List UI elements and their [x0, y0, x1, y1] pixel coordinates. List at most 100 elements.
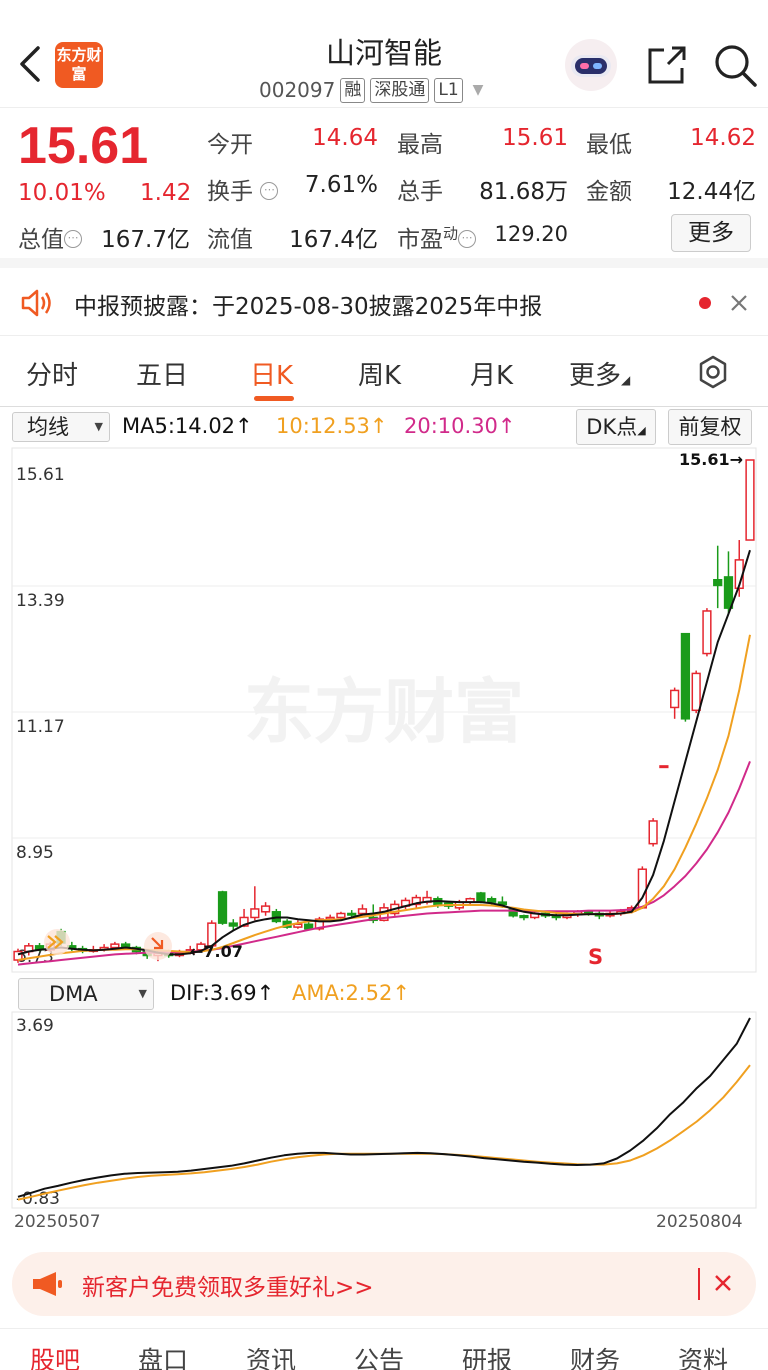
- end-date: 20250804: [656, 1212, 743, 1232]
- tab-five-day[interactable]: 五日: [136, 355, 188, 392]
- volume-value: 81.68万: [479, 179, 568, 205]
- info-icon[interactable]: ⋯: [64, 230, 82, 248]
- nav-pankou[interactable]: 盘口: [138, 1341, 188, 1370]
- assistant-robot-icon[interactable]: [562, 38, 620, 92]
- nav-research[interactable]: 研报: [462, 1341, 512, 1370]
- dma-selector[interactable]: DMA ▼: [18, 978, 154, 1010]
- candle[interactable]: [217, 890, 228, 925]
- amount-value: 12.44亿: [667, 179, 756, 205]
- header-bar: 东方财富 山河智能 002097 融 深股通 L1 ▼: [0, 0, 768, 108]
- nav-financials[interactable]: 财务: [570, 1341, 620, 1370]
- stock-code: 002097: [259, 78, 336, 102]
- candle[interactable]: [250, 886, 260, 921]
- kline-chart[interactable]: 东方财富 15.6113.3911.178.956.73 15.61→ ←7.0…: [0, 446, 768, 976]
- candle-body-down: [723, 576, 734, 609]
- nav-news[interactable]: 资讯: [246, 1341, 296, 1370]
- candle-body-up: [745, 459, 755, 541]
- change-percent: 10.01%: [18, 180, 106, 206]
- float-cap-value: 167.4亿: [289, 227, 378, 253]
- candle[interactable]: [260, 902, 271, 916]
- candle[interactable]: [691, 670, 701, 714]
- last-price: 15.61: [18, 117, 149, 175]
- tab-more[interactable]: 更多◢: [569, 355, 630, 392]
- corner-triangle-icon: ◢: [621, 373, 631, 387]
- ma20-line: [17, 761, 751, 966]
- candle-body-down: [519, 915, 529, 919]
- candle[interactable]: [648, 818, 658, 847]
- candle[interactable]: [411, 894, 421, 908]
- info-icon[interactable]: ⋯: [260, 182, 279, 200]
- candle-body-down: [217, 891, 228, 924]
- promo-banner[interactable]: 新客户免费领取多重好礼>>: [12, 1252, 756, 1316]
- notice-text: 中报预披露：于2025-08-30披露2025年中报: [74, 294, 543, 320]
- promo-text: 新客户免费领取多重好礼>>: [82, 1275, 374, 1301]
- ma-selector[interactable]: 均线 ▼: [12, 412, 110, 442]
- ama-value: AMA:2.52↑: [292, 981, 410, 1005]
- nav-profile[interactable]: 资料: [678, 1341, 728, 1370]
- market-cap-label: 总值 ⋯: [18, 220, 82, 254]
- info-icon[interactable]: ⋯: [458, 230, 477, 248]
- amount-label: 金额: [586, 179, 632, 205]
- nav-announcements[interactable]: 公告: [354, 1341, 404, 1370]
- candle-body-up: [110, 943, 120, 949]
- period-tabs: 分时 五日 日K 周K 月K 更多◢: [0, 337, 768, 407]
- candle[interactable]: [659, 765, 669, 769]
- close-icon[interactable]: [714, 1274, 732, 1292]
- start-date: 20250507: [14, 1212, 101, 1232]
- dma-chart[interactable]: 3.69 -0.83: [0, 1010, 768, 1210]
- share-icon[interactable]: [644, 42, 690, 88]
- ma20-value: 20:10.30↑: [404, 414, 516, 438]
- buy-signal-icon[interactable]: [144, 932, 172, 960]
- dif-value: DIF:3.69↑: [170, 981, 275, 1005]
- candle-body-down: [304, 923, 314, 930]
- more-quote-button[interactable]: 更多: [671, 214, 751, 252]
- candle[interactable]: [271, 908, 281, 924]
- low-value: 14.62: [690, 125, 756, 151]
- search-icon[interactable]: [712, 42, 758, 88]
- candle-body-down: [476, 892, 486, 903]
- adjust-button[interactable]: 前复权: [668, 409, 752, 445]
- candle[interactable]: [734, 540, 744, 597]
- tab-daily-k[interactable]: 日K: [250, 355, 293, 392]
- candle-body-up: [357, 908, 368, 915]
- tab-weekly-k[interactable]: 周K: [358, 355, 401, 392]
- candle-body-up: [670, 689, 680, 709]
- close-icon[interactable]: [730, 294, 748, 312]
- watermark: 东方财富: [244, 671, 524, 753]
- candle-body-up: [250, 908, 260, 919]
- candle[interactable]: [13, 948, 23, 963]
- tab-monthly-k[interactable]: 月K: [470, 355, 513, 392]
- market-cap-value: 167.7亿: [101, 227, 190, 253]
- tab-intraday[interactable]: 分时: [26, 355, 78, 392]
- gear-icon[interactable]: [695, 354, 731, 390]
- candle[interactable]: [680, 632, 691, 722]
- y-axis-label: 15.61: [16, 465, 65, 485]
- nav-guba[interactable]: 股吧: [30, 1341, 80, 1370]
- stock-code-row: 002097 融 深股通 L1 ▼: [259, 76, 483, 104]
- dk-point-button[interactable]: DK点◢: [576, 409, 656, 445]
- candle[interactable]: [745, 459, 755, 541]
- candle[interactable]: [465, 897, 475, 905]
- candle-body-up: [260, 905, 271, 913]
- notice-bar[interactable]: 中报预披露：于2025-08-30披露2025年中报: [0, 270, 768, 336]
- ma5-value: MA5:14.02↑: [122, 414, 253, 438]
- candle-body-down: [713, 579, 723, 587]
- candle[interactable]: [702, 608, 712, 657]
- candle[interactable]: [88, 945, 98, 953]
- chevron-down-icon[interactable]: ▼: [473, 82, 484, 98]
- candle[interactable]: [713, 545, 723, 609]
- high-price-marker: 15.61→: [679, 450, 743, 469]
- divider: [698, 1268, 700, 1300]
- dma-y-max: 3.69: [16, 1016, 54, 1036]
- dif-line: [17, 1017, 751, 1198]
- sell-signal[interactable]: S: [588, 945, 603, 969]
- candle[interactable]: [594, 911, 604, 920]
- buy-signal-icon[interactable]: [44, 929, 70, 955]
- candle-body-up: [702, 610, 712, 655]
- dropdown-arrow-icon: ▼: [138, 987, 147, 1000]
- candle[interactable]: [670, 687, 680, 719]
- high-value: 15.61: [502, 125, 568, 151]
- candle-body-down: [347, 912, 357, 916]
- candle-body-up: [648, 820, 658, 845]
- candle[interactable]: [519, 914, 529, 921]
